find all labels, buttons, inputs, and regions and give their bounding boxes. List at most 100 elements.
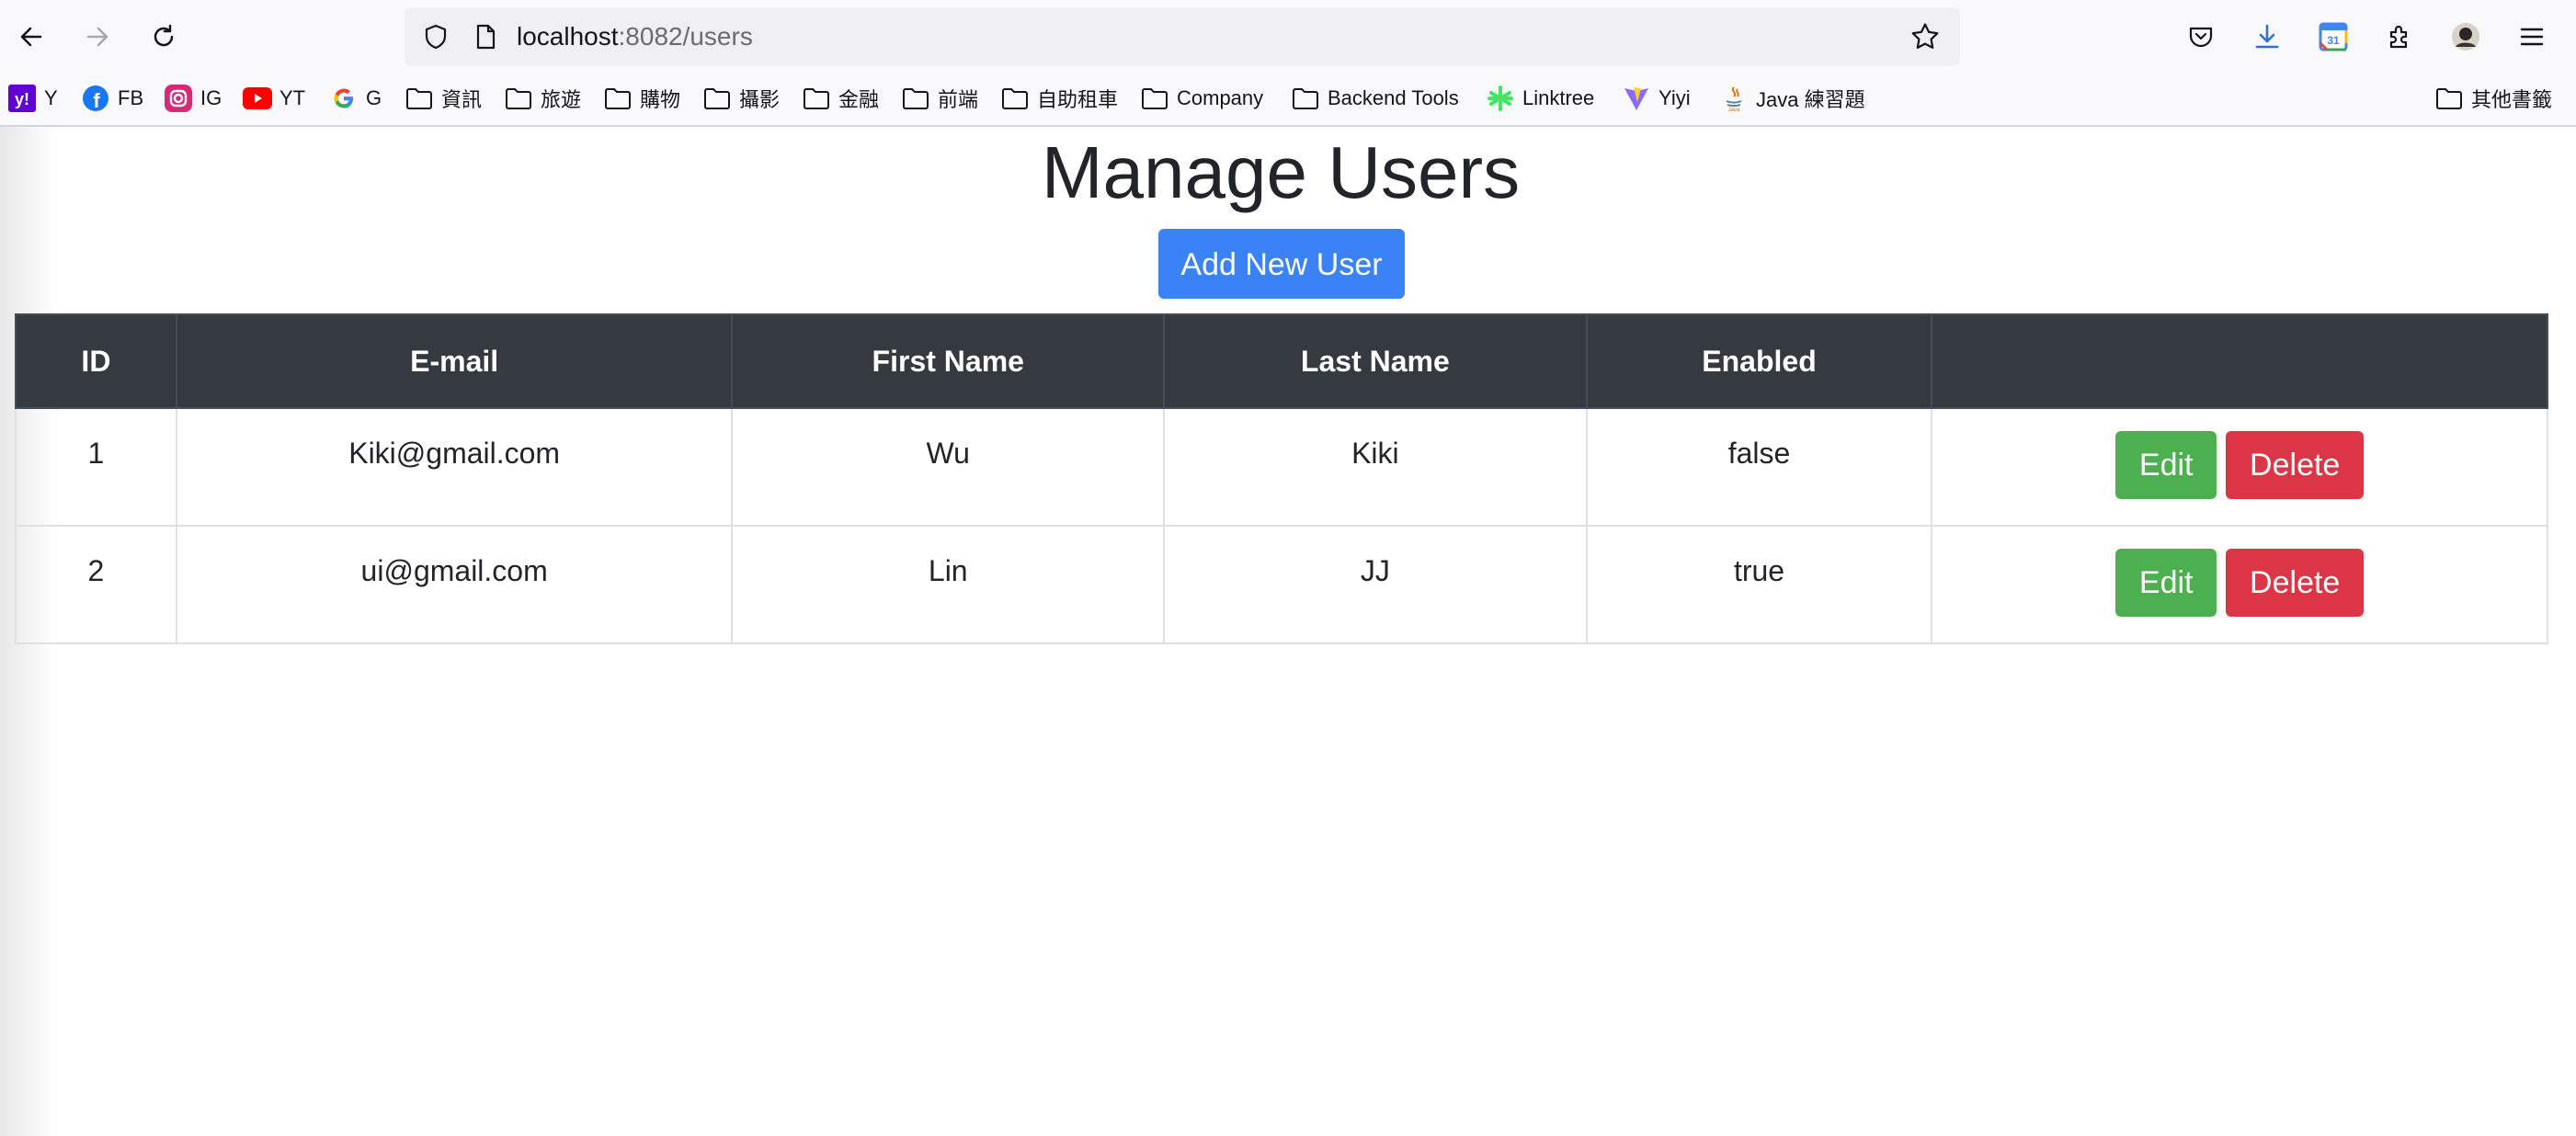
column-header-id: ID [15, 313, 177, 409]
other-bookmarks-folder[interactable]: 其他書籤 [2434, 79, 2552, 118]
java-icon: Java [1719, 84, 1749, 113]
folder-icon [901, 84, 930, 113]
url-path: :8082/users [618, 22, 753, 51]
cell-text: JJ [1360, 554, 1390, 587]
table-row: 2 ui@gmail.com Lin JJ true Edit Delete [15, 525, 2548, 644]
cell-text: Kiki [1351, 437, 1399, 470]
folder-icon [1140, 84, 1169, 113]
bookmark-label: 自助租車 [1037, 88, 1119, 111]
cell-actions: Edit Delete [1931, 407, 2548, 527]
bookmark-folder[interactable]: 金融 [802, 79, 879, 118]
arrow-left-icon [20, 27, 42, 47]
bookmark-label: YT [279, 86, 306, 109]
page-info-icon[interactable] [465, 17, 506, 57]
vite-icon [1622, 84, 1651, 113]
reload-button[interactable] [143, 17, 184, 57]
bookmark-folder[interactable]: Company [1140, 79, 1263, 118]
bookmark-folder[interactable]: 購物 [603, 79, 680, 118]
bookmark-label: 購物 [640, 88, 681, 111]
extensions-icon[interactable] [2377, 15, 2422, 59]
users-table: ID E-mail First Name Last Name Enabled 1… [15, 313, 2548, 644]
delete-button[interactable]: Delete [2226, 549, 2365, 617]
back-button[interactable] [11, 17, 51, 57]
cell-email: ui@gmail.com [175, 525, 734, 644]
bookmark-folder[interactable]: Backend Tools [1291, 79, 1459, 118]
page-title: Manage Users [1041, 131, 1521, 213]
profile-avatar[interactable] [2444, 15, 2488, 59]
folder-icon [504, 84, 533, 113]
bookmark-label: 其他書籤 [2471, 88, 2553, 111]
forward-button[interactable] [77, 17, 118, 57]
facebook-icon: f [81, 84, 110, 113]
cell-id: 1 [15, 407, 177, 527]
pocket-icon[interactable] [2179, 15, 2223, 59]
column-header-enabled: Enabled [1585, 313, 1933, 409]
cell-last-name: JJ [1163, 525, 1588, 644]
folder-icon [2434, 84, 2464, 113]
bookmark-folder[interactable]: 資訊 [405, 79, 482, 118]
delete-button[interactable]: Delete [2226, 431, 2365, 499]
add-new-user-button[interactable]: Add New User [1158, 229, 1405, 299]
menu-icon[interactable] [2510, 15, 2554, 59]
page-content: Manage Users Add New User ID E-mail Firs… [0, 127, 2576, 1136]
cell-text: ui@gmail.com [360, 554, 548, 587]
shield-icon[interactable] [416, 17, 456, 57]
bookmark-label: Backend Tools [1328, 86, 1459, 109]
bookmark-star-icon[interactable] [1905, 17, 1945, 57]
column-header-last-name: Last Name [1163, 313, 1588, 409]
bookmark-item[interactable]: G [329, 79, 382, 118]
bookmark-label: 攝影 [739, 88, 781, 111]
address-bar[interactable]: localhost:8082/users [405, 7, 1960, 66]
calendar-icon[interactable]: 31 [2311, 15, 2355, 59]
bookmark-folder[interactable]: 旅遊 [504, 79, 581, 118]
cell-last-name: Kiki [1163, 407, 1588, 527]
table-header-row: ID E-mail First Name Last Name Enabled [15, 313, 2548, 409]
folder-icon [603, 84, 633, 113]
bookmark-item[interactable]: YT [243, 79, 305, 118]
reload-icon [154, 24, 174, 47]
cell-text: false [1727, 437, 1791, 470]
bookmark-label: Y [44, 86, 58, 109]
linktree-icon [1486, 84, 1515, 113]
bookmark-item[interactable]: IG [164, 79, 222, 118]
svg-text:f: f [93, 89, 100, 112]
instagram-icon [164, 84, 193, 113]
cell-text: 1 [87, 437, 105, 470]
folder-icon [1000, 84, 1030, 113]
bookmark-label: FB [118, 86, 144, 109]
table-row: 1 Kiki@gmail.com Wu Kiki false Edit Dele… [15, 407, 2548, 527]
bookmark-folder[interactable]: 前端 [901, 79, 978, 118]
cell-id: 2 [15, 525, 177, 644]
folder-icon [802, 84, 831, 113]
bookmark-item[interactable]: y! Y [7, 79, 58, 118]
bookmarks-bar: y! Y f FB IG YT G 資訊 旅遊 購物 攝影 金融 前端 自助租車… [0, 79, 2576, 118]
url-host: localhost [517, 22, 619, 51]
cell-text: Lin [928, 554, 968, 587]
bookmark-folder[interactable]: 攝影 [702, 79, 780, 118]
folder-icon [702, 84, 732, 113]
bookmark-label: Linktree [1522, 86, 1595, 109]
cell-text: Wu [926, 437, 970, 470]
bookmark-label: 資訊 [441, 88, 483, 111]
column-header-actions [1931, 313, 2548, 409]
edit-button[interactable]: Edit [2115, 549, 2217, 617]
download-icon[interactable] [2245, 15, 2289, 59]
svg-text:y!: y! [15, 90, 29, 108]
bookmark-label: 金融 [838, 88, 880, 111]
arrow-right-icon [86, 27, 108, 47]
cell-enabled: false [1585, 407, 1933, 527]
folder-icon [405, 84, 434, 113]
url-text[interactable]: localhost:8082/users [517, 7, 753, 66]
svg-text:31: 31 [2327, 34, 2340, 47]
bookmark-item[interactable]: Linktree [1486, 79, 1594, 118]
bookmark-label: Company [1177, 86, 1264, 109]
edit-button[interactable]: Edit [2115, 431, 2217, 499]
bookmark-label: 前端 [938, 88, 979, 111]
bookmark-item[interactable]: Yiyi [1622, 79, 1691, 118]
bookmark-label: Java 練習題 [1756, 88, 1865, 111]
bookmark-item[interactable]: Java Java 練習題 [1719, 79, 1865, 118]
bookmark-folder[interactable]: 自助租車 [1000, 79, 1118, 118]
youtube-icon [243, 84, 272, 113]
cell-enabled: true [1585, 525, 1933, 644]
bookmark-item[interactable]: f FB [81, 79, 143, 118]
